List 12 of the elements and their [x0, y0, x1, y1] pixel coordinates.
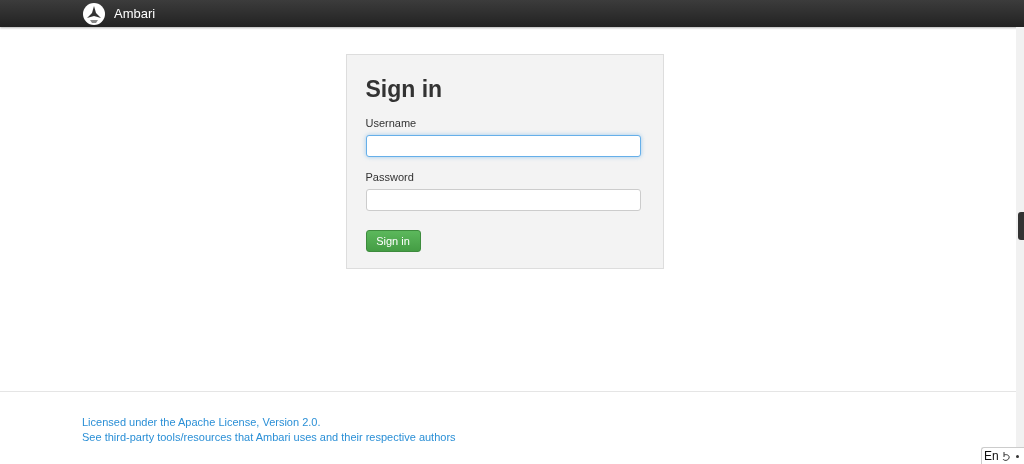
- input-field[interactable]: [365, 189, 641, 211]
- sign-in-title: Sign in: [365, 75, 443, 103]
- field-label: Password: [365, 171, 414, 184]
- brand-name[interactable]: Ambari: [114, 6, 156, 21]
- sign-in-button[interactable]: Sign in: [365, 230, 421, 252]
- dot-icon: [1015, 454, 1019, 458]
- field-label: Username: [365, 117, 417, 130]
- footer-link[interactable]: Licensed under the Apache License, Version 2.0.: [82, 416, 321, 428]
- input-field[interactable]: [365, 135, 641, 157]
- logo-icon: [83, 2, 105, 25]
- footer-link[interactable]: See third-party tools/resources that Ambari uses and their respective authors: [82, 431, 456, 443]
- input-indicator[interactable]: En: [981, 447, 1024, 464]
